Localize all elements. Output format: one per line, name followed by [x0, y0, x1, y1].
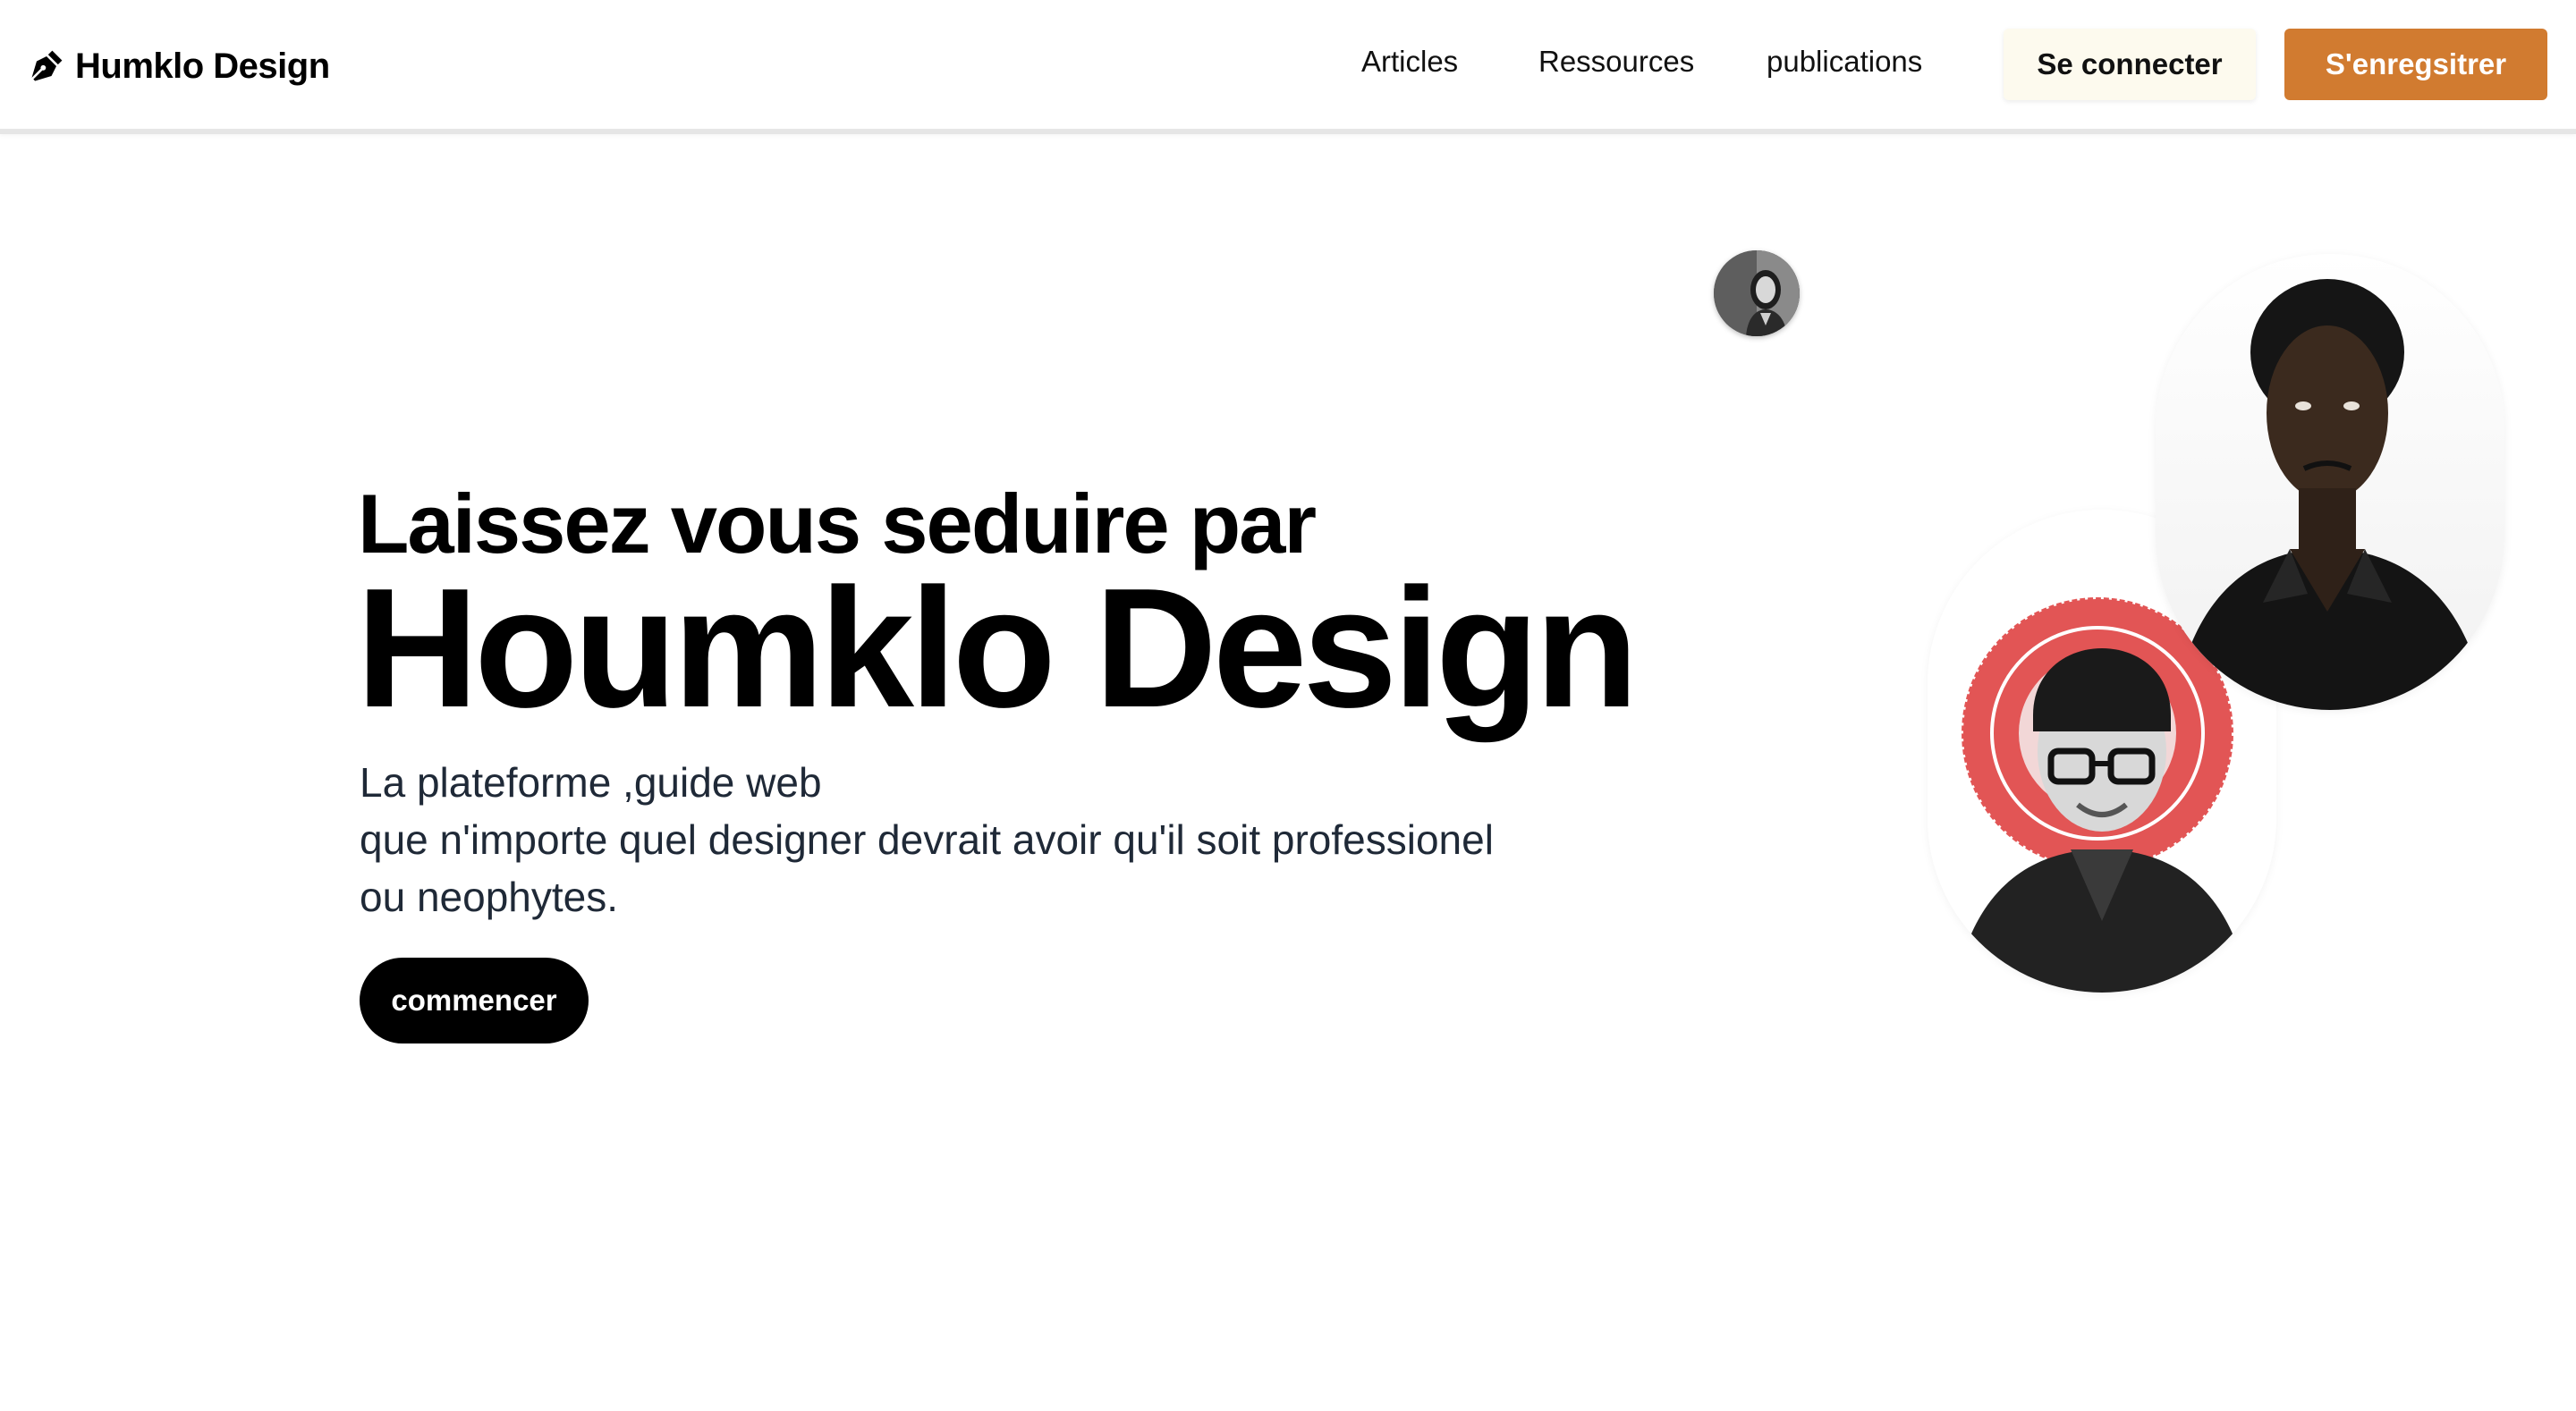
nav-link-publications[interactable]: publications [1767, 45, 1922, 79]
avatar-man-shirt [2156, 254, 2504, 710]
woman-portrait-image [1714, 250, 1800, 336]
man-shirt-portrait-image [2156, 254, 2504, 710]
start-button[interactable]: commencer [360, 958, 589, 1043]
hero-subtitle: La plateforme ,guide web que n'importe q… [360, 754, 1612, 925]
login-button[interactable]: Se connecter [2004, 29, 2256, 100]
navbar: Humklo Design Articles Ressources public… [0, 0, 2576, 134]
hero-subtitle-line: que n'importe quel designer devrait avoi… [360, 816, 1494, 863]
nav-link-ressources[interactable]: Ressources [1538, 45, 1694, 79]
hero-title: Houmklo Design [356, 553, 1639, 743]
hero-subtitle-line: ou neophytes. [360, 874, 619, 920]
register-button[interactable]: S'enregsitrer [2284, 29, 2547, 100]
pen-nib-icon [31, 50, 63, 81]
brand-logo[interactable]: Humklo Design [27, 39, 330, 93]
hero-subtitle-line: La plateforme ,guide web [360, 759, 822, 806]
nav-link-articles[interactable]: Articles [1361, 45, 1458, 79]
avatar-woman [1714, 250, 1800, 336]
brand-name: Humklo Design [75, 46, 330, 86]
